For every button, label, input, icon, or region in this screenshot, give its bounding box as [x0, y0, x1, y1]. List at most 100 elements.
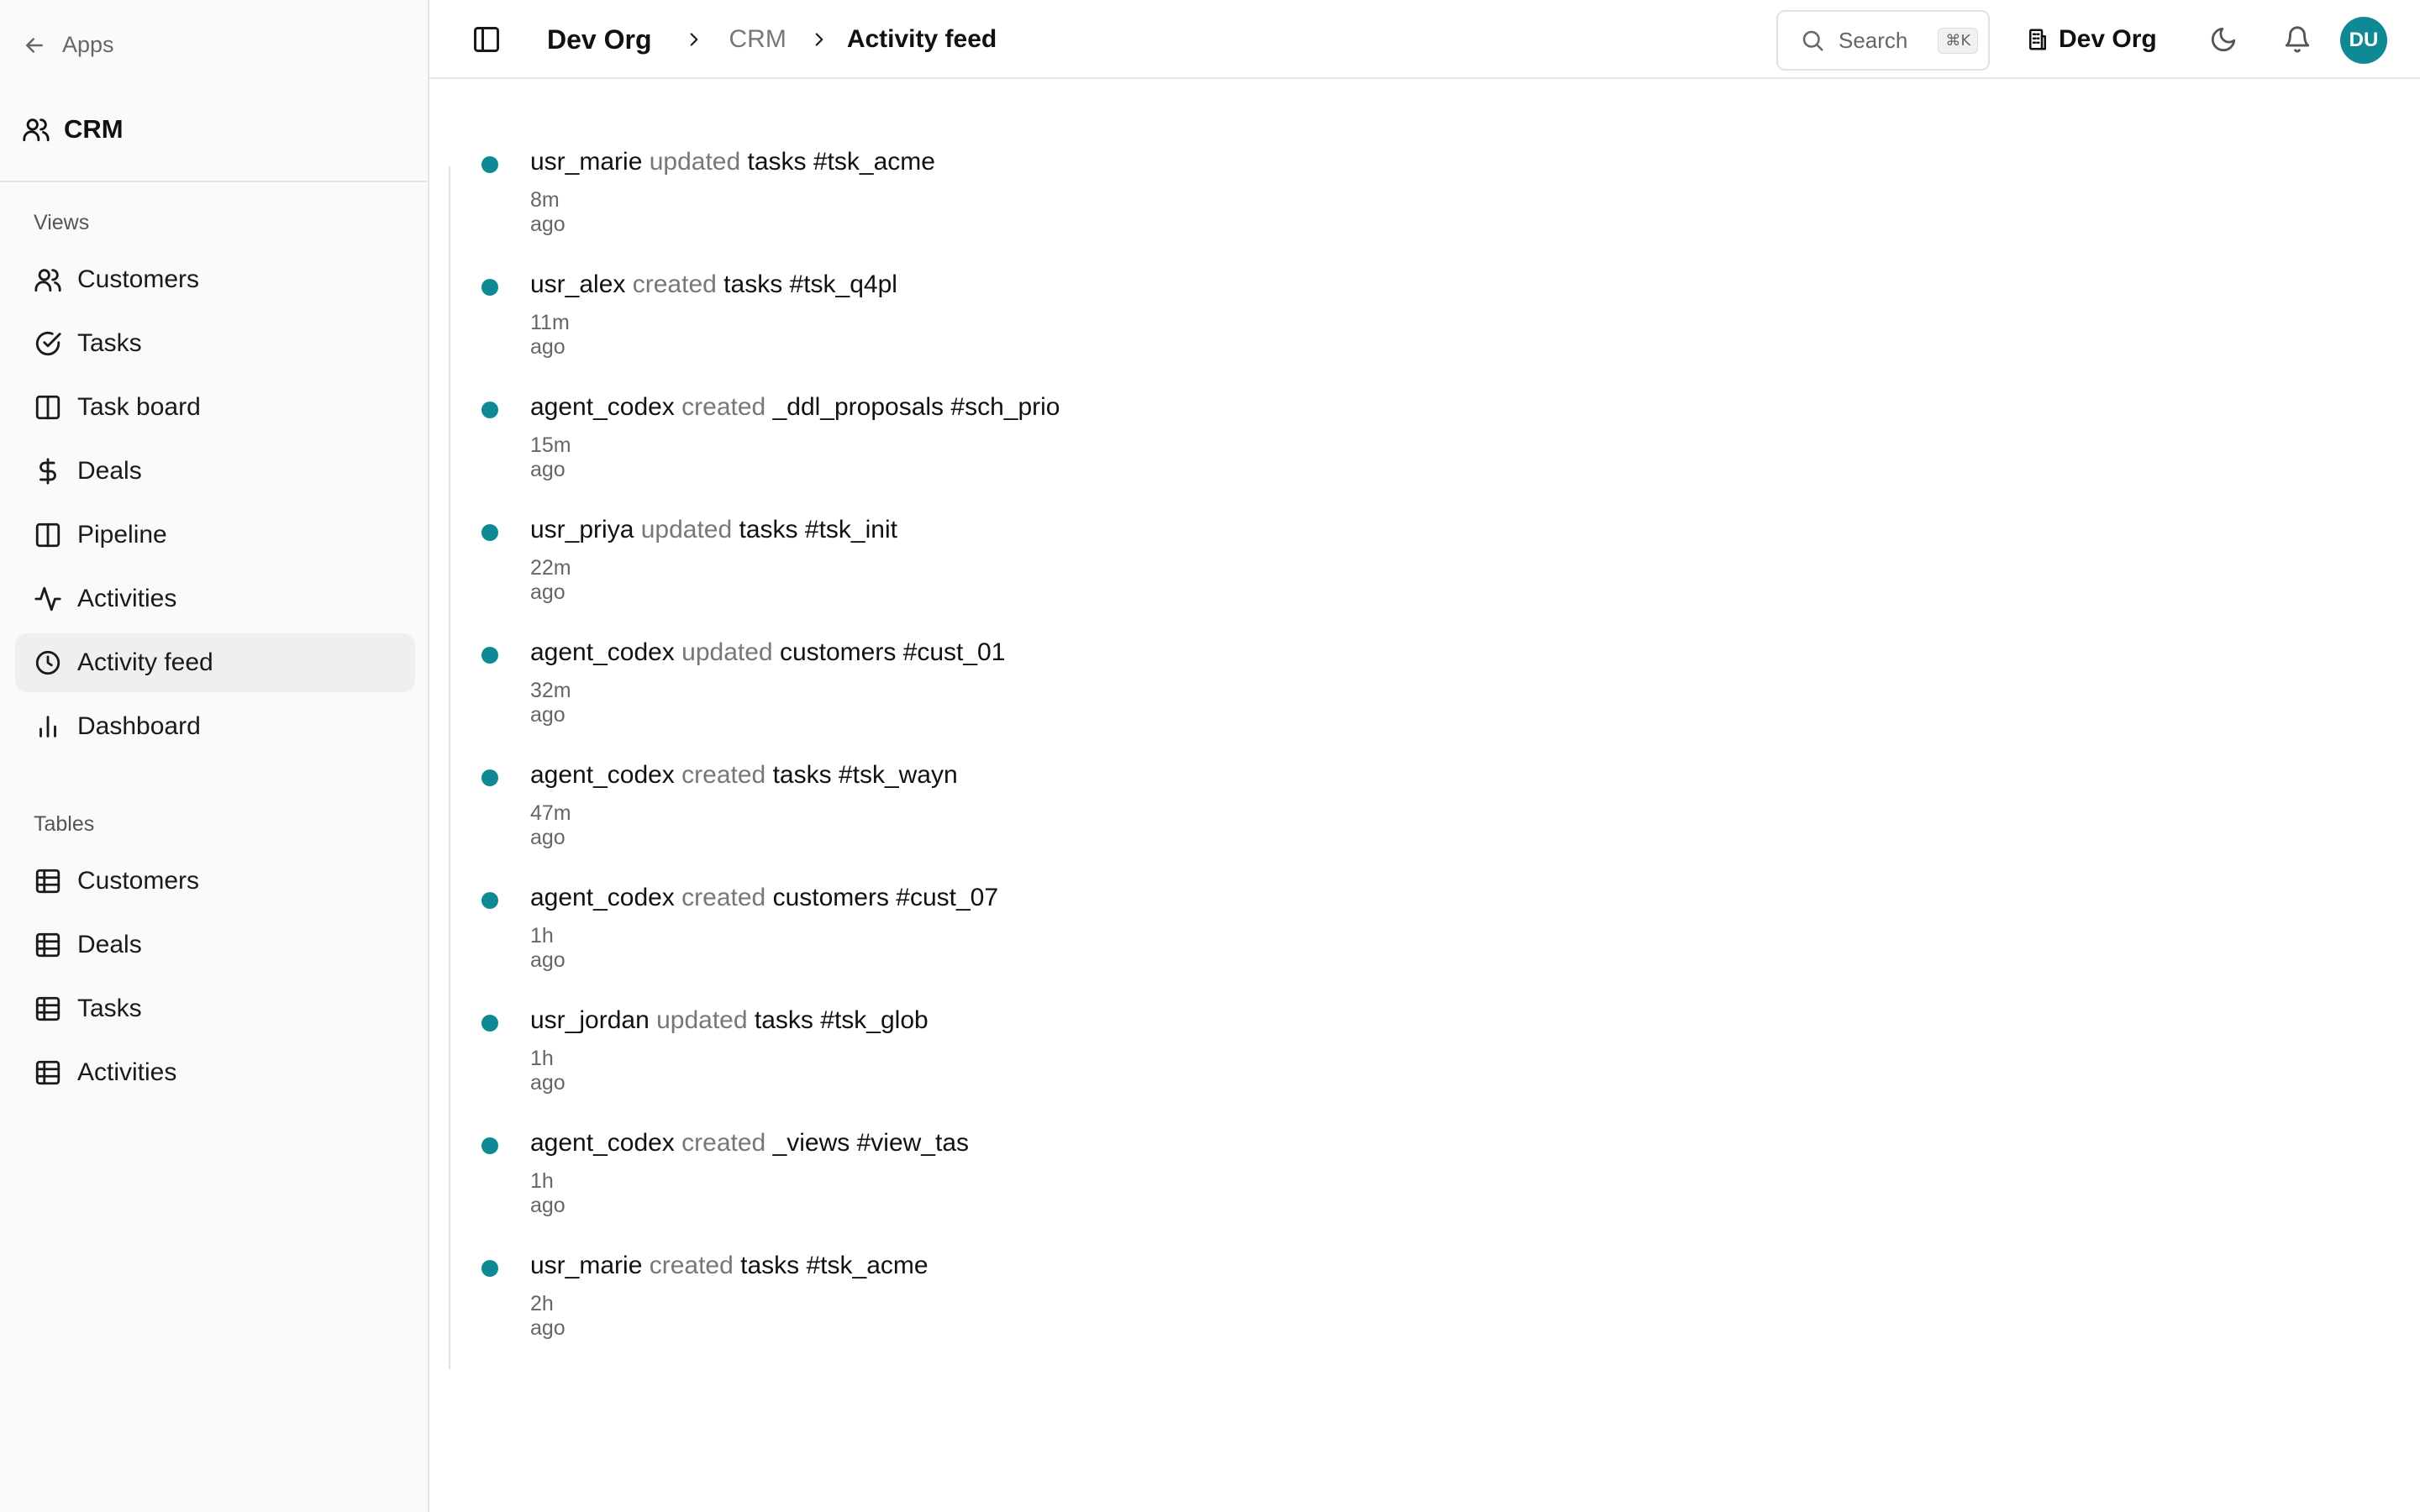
sidebar-item-activity-feed[interactable]: Activity feed	[15, 633, 415, 692]
feed-timestamp: 8m ago	[530, 188, 566, 236]
sidebar-item-activities[interactable]: Activities	[15, 570, 415, 628]
apps-link-label: Apps	[62, 32, 114, 57]
avatar[interactable]: DU	[2340, 17, 2387, 64]
feed-verb: updated	[649, 148, 741, 176]
sidebar-item-label: Customers	[77, 867, 200, 895]
feed-actor: agent_codex	[530, 1129, 675, 1157]
app-title: CRM	[22, 114, 124, 144]
columns-icon	[35, 522, 60, 548]
feed-actor: usr_marie	[530, 148, 643, 176]
table-icon	[35, 1060, 60, 1085]
feed-entry-text: usr_alex created tasks #tsk_q4pl	[530, 270, 897, 299]
sidebar-item-table-activities[interactable]: Activities	[15, 1043, 415, 1102]
breadcrumb: Dev Org CRM Activity feed	[547, 0, 997, 79]
views-section-label: Views	[34, 211, 90, 234]
feed-target[interactable]: _ddl_proposals #sch_prio	[773, 393, 1060, 421]
sidebar-toggle-icon[interactable]	[471, 24, 502, 55]
feed-timestamp: 22m ago	[530, 556, 571, 604]
table-icon	[35, 996, 60, 1021]
feed-target[interactable]: tasks #tsk_wayn	[773, 761, 958, 789]
timeline-dot	[481, 769, 498, 786]
feed-target[interactable]: tasks #tsk_glob	[755, 1006, 929, 1034]
breadcrumb-current: Activity feed	[846, 25, 997, 53]
bar-chart-icon	[39, 716, 56, 738]
feed-timestamp: 11m ago	[530, 311, 570, 359]
feed-verb: created	[649, 1252, 734, 1279]
sidebar-item-dashboard[interactable]: Dashboard	[15, 697, 415, 756]
feed-verb: updated	[656, 1006, 748, 1034]
sidebar-item-label: Deals	[77, 931, 142, 958]
search-shortcut: ⌘K	[1938, 27, 1979, 54]
feed-target[interactable]: tasks #tsk_init	[739, 516, 897, 543]
check-circle-icon	[35, 331, 61, 356]
search-button[interactable]: Search ⌘K	[1776, 10, 1990, 71]
feed-entry-text: agent_codex created customers #cust_07	[530, 884, 998, 912]
feed-entry-text: agent_codex created _views #view_tas	[530, 1129, 969, 1158]
sidebar-item-table-tasks[interactable]: Tasks	[15, 979, 415, 1038]
feed-entry-text: usr_marie created tasks #tsk_acme	[530, 1252, 929, 1280]
timeline-dot	[481, 1015, 498, 1032]
dollar-icon	[39, 458, 56, 485]
feed-target[interactable]: customers #cust_01	[780, 638, 1005, 666]
columns-icon	[35, 395, 60, 420]
top-bar: Dev Org CRM Activity feed Search ⌘K Dev …	[429, 0, 2420, 79]
timeline-dot	[481, 1137, 498, 1154]
breadcrumb-app[interactable]: CRM	[729, 25, 786, 54]
sidebar-item-deals[interactable]: Deals	[15, 442, 415, 501]
timeline-line	[449, 166, 450, 1369]
sidebar-item-label: Tasks	[77, 995, 142, 1022]
feed-timestamp: 15m ago	[530, 433, 571, 481]
users-icon	[34, 269, 61, 292]
feed-verb: created	[681, 393, 766, 421]
tables-nav: Customers Deals Tasks Activities	[15, 852, 415, 1107]
feed-target[interactable]: tasks #tsk_q4pl	[723, 270, 897, 298]
feed-verb: created	[681, 884, 766, 911]
sidebar-item-customers[interactable]: Customers	[15, 250, 415, 309]
org-switcher-label: Dev Org	[2059, 25, 2157, 53]
feed-timestamp: 47m ago	[530, 801, 571, 849]
feed-entry-text: usr_jordan updated tasks #tsk_glob	[530, 1006, 929, 1035]
sidebar-item-label: Activity feed	[77, 648, 213, 676]
feed-entry-text: usr_marie updated tasks #tsk_acme	[530, 148, 935, 176]
sidebar-item-table-customers[interactable]: Customers	[15, 852, 415, 911]
breadcrumb-org[interactable]: Dev Org	[547, 24, 651, 55]
back-to-apps-link[interactable]: Apps	[22, 32, 114, 58]
feed-timestamp: 1h ago	[530, 924, 566, 972]
sidebar-divider	[0, 181, 428, 182]
feed-actor: usr_marie	[530, 1252, 643, 1279]
arrow-left-icon	[26, 37, 43, 53]
feed-target[interactable]: tasks #tsk_acme	[740, 1252, 928, 1279]
feed-target[interactable]: _views #view_tas	[773, 1129, 969, 1157]
feed-actor: agent_codex	[530, 761, 675, 789]
feed-timestamp: 1h ago	[530, 1047, 566, 1095]
timeline-dot	[481, 524, 498, 541]
chevron-right-icon	[691, 33, 698, 46]
feed-target[interactable]: tasks #tsk_acme	[748, 148, 935, 176]
feed-target[interactable]: customers #cust_07	[773, 884, 998, 911]
feed-verb: created	[681, 761, 766, 789]
timeline-dot	[481, 279, 498, 296]
feed-entry-text: agent_codex updated customers #cust_01	[530, 638, 1005, 667]
feed-verb: updated	[681, 638, 773, 666]
sidebar: Apps CRM Views Customers Tasks Task boar…	[0, 0, 429, 1512]
sidebar-item-tasks[interactable]: Tasks	[15, 314, 415, 373]
timeline-dot	[481, 1260, 498, 1277]
sidebar-item-task-board[interactable]: Task board	[15, 378, 415, 437]
sidebar-item-label: Task board	[77, 393, 201, 421]
moon-icon[interactable]	[2209, 25, 2238, 54]
feed-actor: agent_codex	[530, 884, 675, 911]
chevron-right-icon	[815, 33, 823, 46]
sidebar-item-table-deals[interactable]: Deals	[15, 916, 415, 974]
table-icon	[35, 932, 60, 958]
feed-timestamp: 32m ago	[530, 679, 571, 727]
tables-section-label: Tables	[34, 812, 95, 836]
feed-timestamp: 2h ago	[530, 1292, 566, 1340]
feed-entry-text: agent_codex created tasks #tsk_wayn	[530, 761, 958, 790]
bell-icon[interactable]	[2283, 25, 2312, 54]
sidebar-item-label: Activities	[77, 585, 177, 612]
activity-icon	[34, 586, 61, 612]
org-switcher[interactable]: Dev Org	[2025, 0, 2157, 79]
feed-actor: usr_priya	[530, 516, 634, 543]
sidebar-item-pipeline[interactable]: Pipeline	[15, 506, 415, 564]
feed-verb: updated	[640, 516, 733, 543]
